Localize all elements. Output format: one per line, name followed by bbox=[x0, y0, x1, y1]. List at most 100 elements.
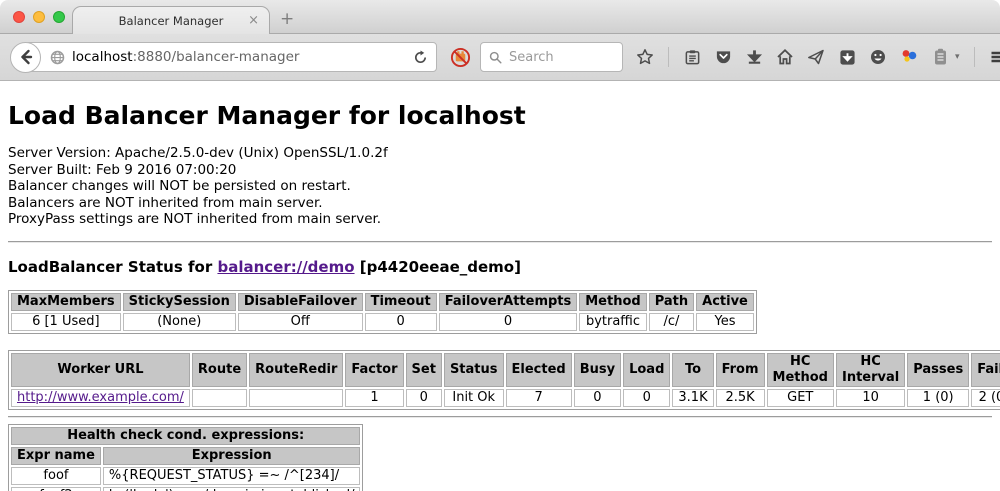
table-header-row: Worker URL Route RouteRedir Factor Set S… bbox=[11, 353, 1000, 387]
titlebar: Balancer Manager × + bbox=[0, 0, 1000, 34]
cell-busy: 0 bbox=[574, 389, 621, 407]
cell-expr-name: foof bbox=[11, 467, 101, 485]
table-row: foof %{REQUEST_STATUS} =~ /^[234]/ bbox=[11, 467, 360, 485]
server-info: Server Version: Apache/2.5.0-dev (Unix) … bbox=[8, 145, 992, 228]
browser-window: Balancer Manager × + localhost:8880/bala… bbox=[0, 0, 1000, 491]
tab-balancer-manager[interactable]: Balancer Manager × bbox=[72, 6, 270, 35]
video-download-icon[interactable] bbox=[838, 48, 856, 66]
section-divider bbox=[8, 241, 992, 243]
col-hc-interval: HC Interval bbox=[836, 353, 905, 387]
downloads-icon[interactable] bbox=[745, 48, 763, 66]
cell-to: 3.1K bbox=[672, 389, 713, 407]
bookmark-star-icon[interactable] bbox=[636, 48, 654, 66]
cell-failoverattempts: 0 bbox=[439, 313, 578, 331]
cell-hc-interval: 10 bbox=[836, 389, 905, 407]
col-fails: Fails bbox=[971, 353, 1000, 387]
cell-path: /c/ bbox=[649, 313, 694, 331]
page-content: Load Balancer Manager for localhost Serv… bbox=[0, 81, 1000, 491]
col-to: To bbox=[672, 353, 713, 387]
plugin-blocked-icon[interactable] bbox=[450, 47, 471, 68]
balancer-demo-link[interactable]: balancer://demo bbox=[217, 258, 354, 276]
site-identity-globe-icon[interactable] bbox=[50, 50, 65, 65]
minimize-window-button[interactable] bbox=[33, 11, 45, 23]
cell-hc-method: GET bbox=[767, 389, 834, 407]
cell-stickysession: (None) bbox=[123, 313, 236, 331]
menu-hamburger-icon[interactable] bbox=[989, 48, 1000, 66]
col-failoverattempts: FailoverAttempts bbox=[439, 293, 578, 311]
cell-from: 2.5K bbox=[716, 389, 765, 407]
hello-smiley-icon[interactable] bbox=[869, 48, 887, 66]
col-routeredir: RouteRedir bbox=[249, 353, 343, 387]
col-expression: Expression bbox=[103, 447, 361, 465]
col-active: Active bbox=[696, 293, 754, 311]
cell-set: 0 bbox=[406, 389, 442, 407]
cell-expression: %{REQUEST_STATUS} =~ /^[234]/ bbox=[103, 467, 361, 485]
table-header-row: MaxMembers StickySession DisableFailover… bbox=[11, 293, 754, 311]
cell-timeout: 0 bbox=[365, 313, 437, 331]
table-row: foof2 hc('body') =~ /domain is establish… bbox=[11, 487, 360, 491]
cell-status: Init Ok bbox=[444, 389, 504, 407]
col-busy: Busy bbox=[574, 353, 621, 387]
table-row: http://www.example.com/ 1 0 Init Ok 7 0 … bbox=[11, 389, 1000, 407]
col-elected: Elected bbox=[506, 353, 572, 387]
col-route: Route bbox=[192, 353, 247, 387]
search-placeholder: Search bbox=[509, 50, 554, 65]
cell-factor: 1 bbox=[345, 389, 403, 407]
worker-url-link[interactable]: http://www.example.com/ bbox=[17, 390, 184, 405]
overflow-caret-icon[interactable]: ▾ bbox=[955, 52, 960, 62]
col-method: Method bbox=[579, 293, 646, 311]
col-hc-method: HC Method bbox=[767, 353, 834, 387]
tab-title: Balancer Manager bbox=[119, 14, 224, 28]
back-button[interactable] bbox=[10, 42, 41, 73]
tab-close-icon[interactable]: × bbox=[248, 13, 259, 28]
cell-passes: 1 (0) bbox=[907, 389, 969, 407]
inherit-notice-line: Balancers are NOT inherited from main se… bbox=[8, 195, 992, 212]
table-title-row: Health check cond. expressions: bbox=[11, 427, 360, 445]
close-window-button[interactable] bbox=[13, 11, 25, 23]
health-check-expressions-table: Health check cond. expressions: Expr nam… bbox=[8, 424, 363, 491]
search-icon bbox=[489, 51, 502, 64]
url-path: :8880/balancer-manager bbox=[133, 49, 300, 65]
cell-worker-url: http://www.example.com/ bbox=[11, 389, 190, 407]
health-table-title: Health check cond. expressions: bbox=[11, 427, 360, 445]
share-plane-icon[interactable] bbox=[807, 48, 825, 66]
new-tab-button[interactable]: + bbox=[280, 9, 294, 29]
col-factor: Factor bbox=[345, 353, 403, 387]
navigation-toolbar: localhost:8880/balancer-manager bbox=[0, 34, 1000, 81]
server-version-line: Server Version: Apache/2.5.0-dev (Unix) … bbox=[8, 145, 992, 162]
url-bar[interactable]: localhost:8880/balancer-manager bbox=[25, 42, 437, 72]
col-path: Path bbox=[649, 293, 694, 311]
worker-status-table: Worker URL Route RouteRedir Factor Set S… bbox=[8, 350, 1000, 410]
color-dots-addon-icon[interactable] bbox=[900, 48, 918, 66]
col-passes: Passes bbox=[907, 353, 969, 387]
pocket-icon[interactable] bbox=[714, 48, 732, 66]
table-header-row: Expr name Expression bbox=[11, 447, 360, 465]
col-disablefailover: DisableFailover bbox=[238, 293, 363, 311]
cell-fails: 2 (0) bbox=[971, 389, 1000, 407]
col-stickysession: StickySession bbox=[123, 293, 236, 311]
cell-method: bytraffic bbox=[579, 313, 646, 331]
back-arrow-icon bbox=[18, 49, 34, 65]
bookmarks-menu-icon[interactable] bbox=[683, 48, 701, 66]
home-icon[interactable] bbox=[776, 48, 794, 66]
url-text[interactable]: localhost:8880/balancer-manager bbox=[72, 49, 405, 65]
section-divider bbox=[8, 416, 992, 418]
page-title: Load Balancer Manager for localhost bbox=[8, 81, 992, 130]
col-load: Load bbox=[623, 353, 670, 387]
balancer-status-heading: LoadBalancer Status for balancer://demo … bbox=[8, 258, 992, 276]
reload-button[interactable] bbox=[413, 50, 428, 65]
addon-panel-icon[interactable] bbox=[931, 48, 949, 66]
col-worker-url: Worker URL bbox=[11, 353, 190, 387]
cell-elected: 7 bbox=[506, 389, 572, 407]
cell-active: Yes bbox=[696, 313, 754, 331]
window-controls bbox=[13, 11, 65, 23]
toolbar-divider bbox=[974, 47, 975, 67]
toolbar-icons: ▾ bbox=[636, 47, 1000, 67]
server-built-line: Server Built: Feb 9 2016 07:00:20 bbox=[8, 162, 992, 179]
col-maxmembers: MaxMembers bbox=[11, 293, 121, 311]
zoom-window-button[interactable] bbox=[53, 11, 65, 23]
cell-disablefailover: Off bbox=[238, 313, 363, 331]
search-input[interactable]: Search bbox=[480, 42, 623, 72]
proxypass-notice-line: ProxyPass settings are NOT inherited fro… bbox=[8, 211, 992, 228]
cell-maxmembers: 6 [1 Used] bbox=[11, 313, 121, 331]
